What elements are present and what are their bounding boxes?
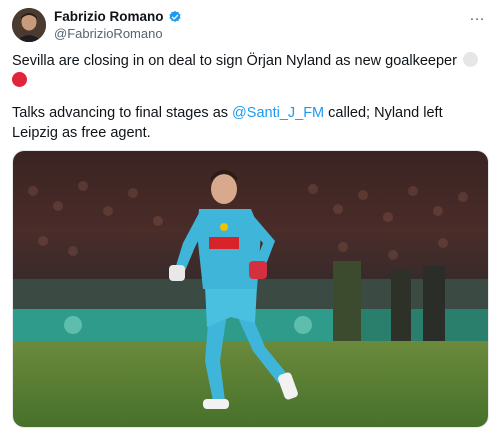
verified-badge-icon (168, 10, 182, 24)
mention-link[interactable]: @Santi_J_FM (232, 105, 324, 121)
author-name[interactable]: Fabrizio Romano (54, 9, 164, 24)
tweet-text-line-1: Sevilla are closing in on deal to sign Ö… (12, 51, 488, 91)
avatar[interactable] (12, 8, 46, 42)
red-circle-emoji-icon (12, 72, 27, 87)
more-options-icon[interactable]: … (469, 8, 486, 24)
white-circle-emoji-icon (462, 52, 478, 67)
tweet-text-line-2: Talks advancing to final stages as @Sant… (12, 103, 488, 143)
tweet-sentence-2-prefix: Talks advancing to final stages as (12, 105, 233, 121)
tweet-card[interactable]: Fabrizio Romano @FabrizioRomano … Sevill… (0, 0, 500, 440)
author-name-row[interactable]: Fabrizio Romano (54, 9, 182, 24)
author-handle[interactable]: @FabrizioRomano (54, 26, 163, 41)
tweet-sentence-1: Sevilla are closing in on deal to sign Ö… (12, 53, 457, 69)
tweet-photo[interactable] (12, 150, 489, 428)
tweet-header: Fabrizio Romano @FabrizioRomano … (12, 8, 488, 42)
